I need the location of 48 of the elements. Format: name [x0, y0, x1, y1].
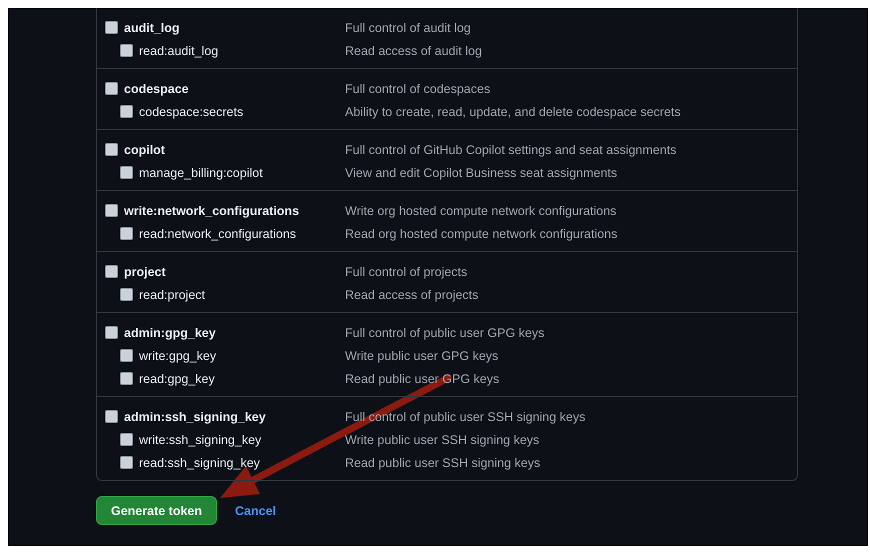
checkbox[interactable] [105, 410, 118, 423]
scope-name: read:network_configurations [139, 226, 296, 240]
scope-name: read:ssh_signing_key [139, 456, 260, 470]
scope-name: codespace:secrets [139, 104, 244, 118]
scope-name: admin:ssh_signing_key [124, 410, 266, 424]
checkbox[interactable] [105, 82, 118, 95]
checkbox[interactable] [120, 44, 133, 57]
scope-description: Write org hosted compute network configurations [345, 204, 616, 218]
checkbox[interactable] [120, 372, 133, 385]
checkbox[interactable] [120, 288, 133, 301]
scope-description: Read access of projects [345, 288, 478, 302]
scope-name: audit_log [124, 20, 180, 34]
scope-description: Full control of projects [345, 264, 468, 278]
scope-name: copilot [124, 142, 165, 156]
checkbox[interactable] [105, 326, 118, 339]
scope-description: Full control of audit log [345, 20, 471, 34]
scope-name: manage_billing:copilot [139, 166, 263, 180]
scope-description: Read access of audit log [345, 44, 482, 58]
scope-name: read:project [139, 288, 206, 302]
scope-description: View and edit Copilot Business seat assignments [345, 166, 618, 180]
scope-name: admin:gpg_key [124, 326, 216, 340]
scope-description: Read org hosted compute network configurations [345, 226, 618, 240]
checkbox[interactable] [120, 433, 133, 446]
generate-token-button[interactable]: Generate token [96, 496, 218, 525]
checkbox[interactable] [120, 166, 133, 179]
checkbox[interactable] [120, 349, 133, 362]
checkbox[interactable] [105, 143, 118, 156]
scope-description: Full control of GitHub Copilot settings and seat assignments [345, 142, 676, 156]
checkbox[interactable] [120, 105, 133, 118]
scope-name: write:ssh_signing_key [139, 432, 262, 446]
checkbox[interactable] [105, 265, 118, 278]
cancel-link[interactable]: Cancel [235, 504, 276, 518]
scope-name: read:audit_log [139, 44, 218, 58]
checkbox[interactable] [105, 204, 118, 217]
scope-description: Read public user SSH signing keys [345, 456, 540, 470]
scope-description: Ability to create, read, update, and delete codespace secrets [345, 104, 681, 118]
scope-name: write:network_configurations [124, 204, 300, 218]
scope-name: project [124, 264, 166, 278]
scope-name: read:gpg_key [139, 372, 215, 386]
scope-name: write:gpg_key [139, 348, 216, 362]
checkbox[interactable] [105, 21, 118, 34]
scope-description: Full control of codespaces [345, 82, 490, 96]
checkbox[interactable] [120, 456, 133, 469]
scope-description: Write public user SSH signing keys [345, 432, 540, 446]
scope-description: Full control of public user GPG keys [345, 326, 544, 340]
scope-description: Write public user GPG keys [345, 348, 498, 362]
scope-name: codespace [124, 82, 189, 96]
checkbox[interactable] [120, 227, 133, 240]
